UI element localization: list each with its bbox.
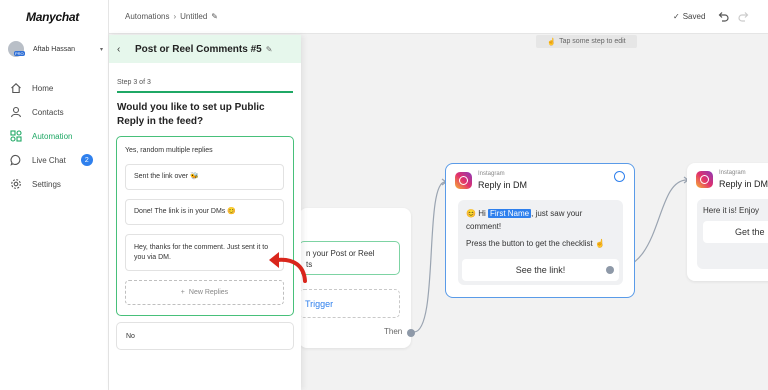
message-content[interactable]: 😊 Hi First Name, just saw your comment! … (458, 200, 623, 285)
pro-badge: PRO (14, 51, 25, 56)
get-the-button[interactable]: Get the (703, 221, 768, 243)
option-yes-random-replies[interactable]: Yes, random multiple replies Sent the li… (116, 136, 294, 316)
sidebar-item-label: Live Chat (32, 155, 66, 165)
step-editor-panel: ‹ Post or Reel Comments #5 ✎ Step 3 of 3… (109, 35, 301, 390)
sidebar-item-label: Home (32, 83, 54, 93)
then-connector-handle[interactable] (407, 329, 415, 337)
question-heading: Would you like to set up Public Reply in… (117, 102, 265, 127)
sidebar-item-automation[interactable]: Automation (0, 124, 108, 148)
back-arrow-icon[interactable]: ‹ (117, 44, 127, 55)
message-greeting-line: 😊 Hi First Name, just saw your comment! (466, 207, 615, 233)
automation-icon (10, 130, 22, 142)
option-no[interactable]: No (116, 322, 294, 350)
step-indicator: Step 3 of 3 (117, 79, 151, 86)
save-status: ✓ Saved (673, 12, 705, 21)
sidebar-nav: Home Contacts Automation Live Chat 2 Set… (0, 76, 108, 196)
trigger-node[interactable]: n your Post or Reel ts Trigger Then (299, 208, 415, 348)
pointing-hand-icon: ☝ (594, 239, 605, 248)
instagram-icon (696, 171, 713, 188)
top-bar: Automations › Untitled ✎ ✓ Saved (109, 0, 768, 34)
sidebar-item-settings[interactable]: Settings (0, 172, 108, 196)
message-bubble-icon (614, 171, 625, 182)
new-replies-label: New Replies (188, 289, 229, 296)
pencil-icon[interactable]: ✎ (211, 12, 218, 21)
redo-icon (738, 12, 749, 22)
home-icon (10, 82, 22, 94)
cta-text: Press the button to get the checklist (466, 239, 593, 248)
sidebar-item-label: Contacts (32, 107, 64, 117)
node-source: Instagram (478, 171, 505, 177)
breadcrumb: Automations › Untitled ✎ (125, 12, 218, 21)
new-replies-button[interactable]: + New Replies (125, 280, 284, 305)
gear-icon (10, 178, 22, 190)
breadcrumb-automations[interactable]: Automations (125, 12, 169, 21)
option-label: Yes, random multiple replies (125, 147, 213, 154)
button-connector-handle[interactable] (606, 266, 614, 274)
reply-in-dm-node-2[interactable]: Instagram Reply in DM Here it is! Enjoy … (687, 163, 768, 281)
panel-title: Post or Reel Comments #5 (135, 43, 262, 55)
logo[interactable]: Manychat (26, 10, 79, 24)
sidebar-item-contacts[interactable]: Contacts (0, 100, 108, 124)
message-content[interactable]: Here it is! Enjoy Get the (697, 199, 768, 269)
step-progress-bar (117, 91, 293, 93)
save-status-label: Saved (682, 12, 706, 21)
check-icon: ✓ (673, 12, 680, 21)
redo-button[interactable] (737, 10, 751, 24)
sidebar-item-home[interactable]: Home (0, 76, 108, 100)
greeting-text: Hi (478, 209, 486, 218)
chat-icon (10, 154, 22, 166)
first-name-variable: First Name (488, 209, 532, 218)
message-text: Here it is! Enjoy (703, 206, 760, 215)
reply-item[interactable]: Done! The link is in your DMs 😊 (125, 199, 284, 225)
instagram-icon (455, 172, 472, 189)
panel-header: ‹ Post or Reel Comments #5 ✎ (109, 35, 301, 63)
breadcrumb-current[interactable]: Untitled (180, 12, 207, 21)
red-arrow-annotation (269, 252, 307, 283)
chevron-down-icon: ▾ (99, 46, 103, 53)
chevron-right-icon: › (173, 12, 177, 21)
undo-icon (718, 12, 729, 22)
plus-icon: + (180, 289, 185, 296)
pencil-icon[interactable]: ✎ (266, 45, 273, 54)
reply-item[interactable]: Hey, thanks for the comment. Just sent i… (125, 234, 284, 271)
sidebar-item-label: Automation (32, 131, 73, 141)
user-menu[interactable]: PRO Aftab Hassan ▾ (8, 40, 103, 58)
then-label: Then (384, 327, 403, 336)
node-title: Reply in DM (478, 180, 528, 190)
user-name: Aftab Hassan (33, 45, 76, 53)
reply-item[interactable]: Sent the link over 🐝 (125, 164, 284, 190)
node-source: Instagram (719, 170, 746, 176)
sidebar-item-label: Settings (32, 179, 61, 189)
sidebar: Manychat PRO Aftab Hassan ▾ Home Contact… (0, 0, 109, 390)
user-icon (10, 106, 22, 118)
cta-line: Press the button to get the checklist ☝ (466, 237, 615, 250)
see-link-button[interactable]: See the link! (462, 259, 619, 281)
undo-button[interactable] (716, 10, 730, 24)
add-trigger-button[interactable]: Trigger (299, 289, 400, 318)
avatar: PRO (8, 41, 25, 57)
reply-in-dm-node[interactable]: Instagram Reply in DM 😊 Hi First Name, j… (445, 163, 635, 298)
smile-emoji-icon: 😊 (466, 209, 476, 218)
node-title: Reply in DM (719, 179, 768, 189)
unread-count-badge: 2 (80, 154, 93, 166)
trigger-card[interactable]: n your Post or Reel ts (299, 241, 400, 275)
sidebar-item-live-chat[interactable]: Live Chat 2 (0, 148, 108, 172)
